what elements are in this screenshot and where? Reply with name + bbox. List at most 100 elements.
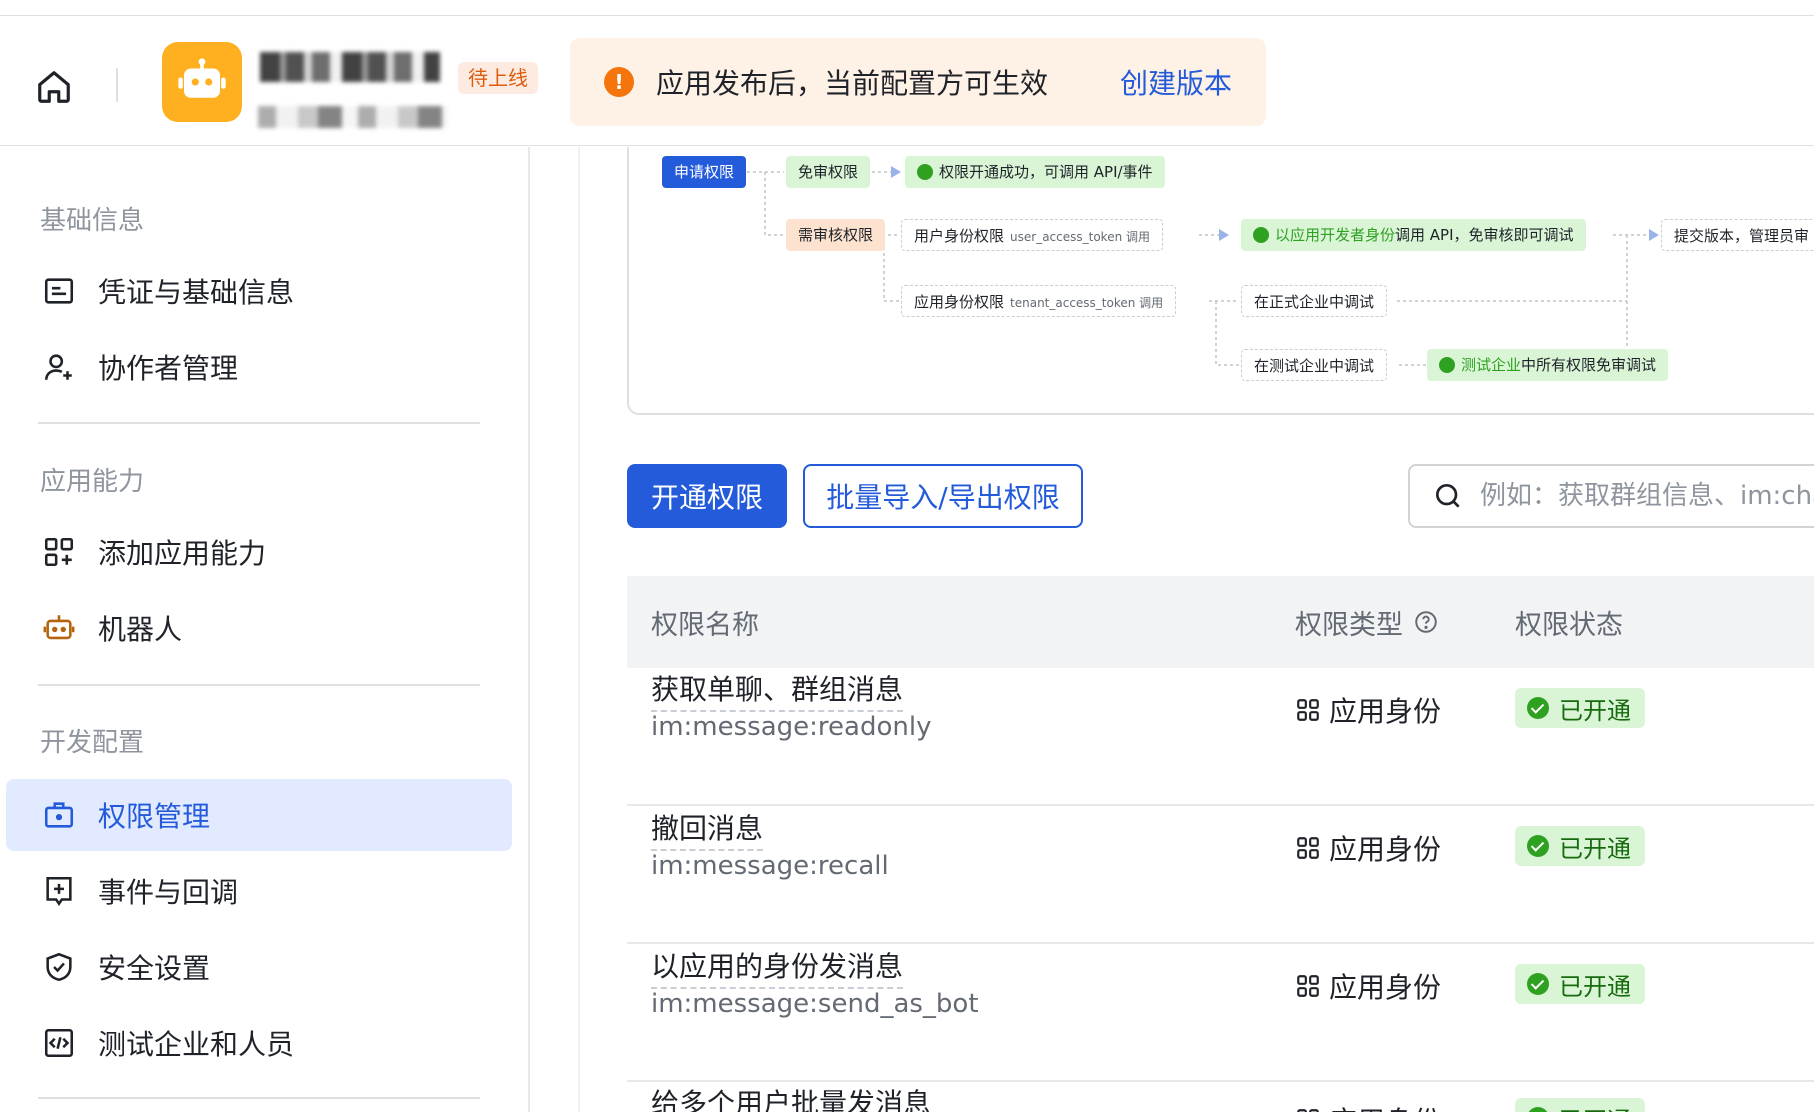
node-free-result: 权限开通成功，可调用 API/事件 xyxy=(905,156,1165,188)
sidebar-item-test-tenants[interactable]: 测试企业和人员 xyxy=(6,1007,512,1079)
node-user-perm-note: user_access_token 调用 xyxy=(1010,230,1150,244)
node-user-perm: 用户身份权限 user_access_token 调用 xyxy=(901,219,1163,251)
permission-name[interactable]: 给多个用户批量发消息 xyxy=(651,1082,931,1112)
batch-import-export-button[interactable]: 批量导入/导出权限 xyxy=(803,464,1083,528)
node-test-result-text-a: 测试企业 xyxy=(1461,356,1522,374)
header-divider xyxy=(116,68,118,102)
permission-type: 应用身份 xyxy=(1295,690,1441,730)
sidebar-item-events[interactable]: 事件与回调 xyxy=(6,855,512,927)
grid-icon xyxy=(1297,837,1319,859)
bot-icon xyxy=(40,609,78,647)
dev-icon xyxy=(1253,227,1269,243)
node-test-result: 测试企业中所有权限免审调试 xyxy=(1427,349,1669,381)
event-icon xyxy=(40,872,78,910)
status-label: 已开通 xyxy=(1559,834,1631,863)
permission-code: im:message:readonly xyxy=(651,712,932,742)
table-row: 获取单聊、群组消息 im:message:readonly 应用身份 已开通 xyxy=(627,668,1814,806)
table-row: 给多个用户批量发消息 应用身份 已开通 xyxy=(627,1082,1814,1112)
permission-name[interactable]: 获取单聊、群组消息 xyxy=(651,668,904,712)
node-prod-debug: 在正式企业中调试 xyxy=(1241,285,1388,317)
home-button[interactable] xyxy=(30,63,78,111)
sidebar-item-bot[interactable]: 机器人 xyxy=(6,592,512,664)
check-icon xyxy=(1527,973,1549,995)
node-dev-debug: 以应用开发者身份调用 API，免审核即可调试 xyxy=(1241,219,1586,251)
app-id-redacted xyxy=(258,106,448,128)
grid-icon xyxy=(1297,1109,1319,1112)
sidebar-item-label: 测试企业和人员 xyxy=(98,1028,295,1061)
node-submit: 提交版本，管理员审 xyxy=(1661,219,1814,251)
permission-table-header: 权限名称 权限类型 权限状态 xyxy=(627,576,1814,668)
sidebar-item-label: 权限管理 xyxy=(98,800,211,833)
check-icon xyxy=(1527,697,1549,719)
check-icon xyxy=(1527,835,1549,857)
status-badge: 已开通 xyxy=(1515,826,1645,866)
status-label: 已开通 xyxy=(1559,696,1631,725)
node-user-perm-text: 用户身份权限 xyxy=(914,227,1005,245)
permission-type: 应用身份 xyxy=(1295,828,1441,868)
content-gutter xyxy=(532,147,580,1112)
permission-flow-diagram: 申请权限 免审权限 权限开通成功，可调用 API/事件 需审核权限 用户身份权限… xyxy=(627,147,1814,415)
sidebar-item-permissions[interactable]: 权限管理 xyxy=(6,779,512,851)
id-card-icon xyxy=(40,272,78,310)
status-badge: 已开通 xyxy=(1515,1098,1645,1112)
check-icon xyxy=(917,164,933,180)
permission-name[interactable]: 以应用的身份发消息 xyxy=(651,945,904,989)
node-free: 免审权限 xyxy=(786,156,871,188)
sidebar-item-security[interactable]: 安全设置 xyxy=(6,931,512,1003)
search-input[interactable] xyxy=(1480,481,1814,511)
sidebar-item-label: 机器人 xyxy=(98,613,183,646)
top-strip xyxy=(0,0,1814,16)
search-icon xyxy=(1436,484,1460,508)
shield-icon xyxy=(40,948,78,986)
node-apply: 申请权限 xyxy=(662,156,747,188)
sidebar-item-label: 事件与回调 xyxy=(98,876,239,909)
col-header-name: 权限名称 xyxy=(651,609,759,641)
sidebar-item-credentials[interactable]: 凭证与基础信息 xyxy=(6,255,512,327)
create-version-link[interactable]: 创建版本 xyxy=(1120,62,1232,102)
robot-icon xyxy=(178,58,226,98)
status-badge: 待上线 xyxy=(458,62,538,94)
table-row: 以应用的身份发消息 im:message:send_as_bot 应用身份 已开… xyxy=(627,944,1814,1082)
dev-icon xyxy=(1439,357,1455,373)
grid-icon xyxy=(1297,975,1319,997)
app-name-redacted xyxy=(260,52,440,82)
sidebar-section-capabilities: 应用能力 xyxy=(40,467,145,497)
sidebar-divider xyxy=(38,422,480,424)
enable-permission-button[interactable]: 开通权限 xyxy=(627,464,787,528)
grid-icon xyxy=(1297,699,1319,721)
sidebar-item-collaborators[interactable]: 协作者管理 xyxy=(6,331,512,403)
check-icon xyxy=(1527,1107,1549,1112)
permission-type-label: 应用身份 xyxy=(1329,833,1442,866)
node-test-result-text-b: 中所有权限免审调试 xyxy=(1521,356,1657,374)
permission-name[interactable]: 撤回消息 xyxy=(651,807,764,851)
node-free-result-text: 权限开通成功，可调用 API/事件 xyxy=(939,163,1153,181)
col-header-type: 权限类型 xyxy=(1295,603,1439,642)
node-review: 需审核权限 xyxy=(786,219,886,251)
node-dev-debug-text-b: 调用 API，免审核即可调试 xyxy=(1395,226,1574,244)
node-tenant-perm-text: 应用身份权限 xyxy=(914,293,1005,311)
app-header: 待上线 ! 应用发布后，当前配置方可生效 创建版本 xyxy=(0,16,1814,146)
permission-type: 应用身份 xyxy=(1295,966,1441,1006)
app-logo xyxy=(162,42,242,122)
table-row: 撤回消息 im:message:recall 应用身份 已开通 xyxy=(627,806,1814,944)
code-icon xyxy=(40,1024,78,1062)
permission-code: im:message:send_as_bot xyxy=(651,989,979,1019)
permission-search[interactable] xyxy=(1408,464,1814,528)
node-tenant-perm: 应用身份权限 tenant_access_token 调用 xyxy=(901,285,1177,317)
permission-code: im:message:recall xyxy=(651,851,889,881)
user-add-icon xyxy=(40,348,78,386)
sidebar-item-label: 安全设置 xyxy=(98,952,211,985)
help-icon[interactable] xyxy=(1413,609,1439,635)
status-badge: 已开通 xyxy=(1515,688,1645,728)
sidebar-divider xyxy=(38,684,480,686)
home-icon xyxy=(38,71,70,103)
status-badge: 已开通 xyxy=(1515,964,1645,1004)
permission-type-label: 应用身份 xyxy=(1329,971,1442,1004)
sidebar-item-add-capability[interactable]: 添加应用能力 xyxy=(6,516,512,588)
status-label: 已开通 xyxy=(1559,1101,1631,1112)
sidebar-section-dev-config: 开发配置 xyxy=(40,728,145,758)
warning-icon: ! xyxy=(604,67,634,97)
permission-type-label: 应用身份 xyxy=(1329,695,1442,728)
sidebar-item-label: 协作者管理 xyxy=(98,352,239,385)
briefcase-icon xyxy=(40,796,78,834)
